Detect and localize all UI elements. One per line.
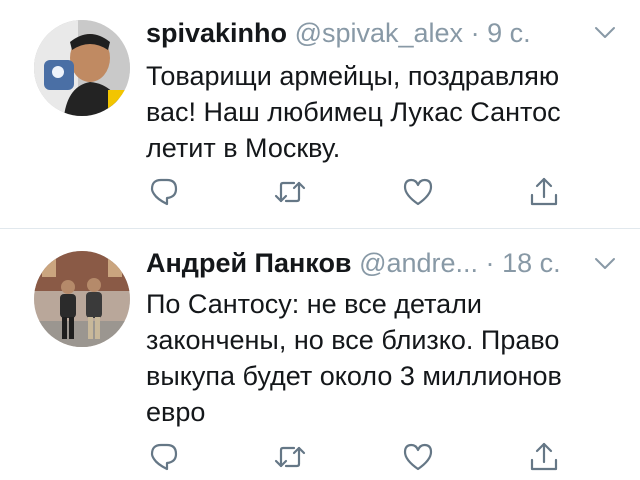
tweet-text-line: летит в Москву. xyxy=(146,133,341,163)
tweet[interactable]: spivakinho @spivak_alex · 9 с. Товарищи … xyxy=(0,0,640,228)
tweet-header: Андрей Панков @andre... · 18 с. xyxy=(146,246,561,280)
retweet-icon xyxy=(274,181,306,203)
retweet-icon xyxy=(274,446,306,468)
share-icon xyxy=(530,177,558,206)
like-button[interactable] xyxy=(400,437,436,477)
avatar-photo xyxy=(34,251,130,347)
separator: · xyxy=(485,248,495,278)
tweet-text-line: евро xyxy=(146,397,206,427)
reply-button[interactable] xyxy=(146,172,182,212)
tweet-text-line: выкупа будет около 3 миллионов xyxy=(146,361,562,391)
retweet-button[interactable] xyxy=(272,172,308,212)
retweet-button[interactable] xyxy=(272,437,308,477)
handle[interactable]: @andre... xyxy=(359,248,478,278)
share-button[interactable] xyxy=(526,437,562,477)
tweet[interactable]: Андрей Панков @andre... · 18 с. По Санто… xyxy=(0,229,640,480)
avatar-photo xyxy=(34,20,130,116)
tweet-text-line: По Сантосу: не все детали xyxy=(146,289,483,319)
tweet-feed: spivakinho @spivak_alex · 9 с. Товарищи … xyxy=(0,0,640,480)
tweet-actions xyxy=(146,172,576,212)
display-name[interactable]: Андрей Панков xyxy=(146,248,352,278)
timestamp[interactable]: 18 с. xyxy=(502,248,561,278)
reply-button[interactable] xyxy=(146,437,182,477)
tweet-actions xyxy=(146,437,576,477)
display-name[interactable]: spivakinho xyxy=(146,18,287,48)
tweet-text: Товарищи армейцы, поздравляю вас! Наш лю… xyxy=(146,58,616,166)
like-icon xyxy=(403,178,433,206)
like-icon xyxy=(403,443,433,471)
tweet-text-line: Товарищи армейцы, поздравляю xyxy=(146,61,560,91)
share-icon xyxy=(530,442,558,471)
share-button[interactable] xyxy=(526,172,562,212)
like-button[interactable] xyxy=(400,172,436,212)
timestamp[interactable]: 9 с. xyxy=(487,18,531,48)
avatar[interactable] xyxy=(34,20,130,116)
handle[interactable]: @spivak_alex xyxy=(295,18,464,48)
tweet-text-line: закончены, но все близко. Право xyxy=(146,325,560,355)
chevron-down-icon[interactable] xyxy=(594,257,616,276)
reply-icon xyxy=(150,443,178,471)
chevron-down-icon[interactable] xyxy=(594,26,616,45)
separator: · xyxy=(470,18,480,48)
reply-icon xyxy=(150,178,178,206)
avatar[interactable] xyxy=(34,251,130,347)
tweet-text-line: вас! Наш любимец Лукас Сантос xyxy=(146,97,561,127)
tweet-text: По Сантосу: не все детали закончены, но … xyxy=(146,286,616,430)
tweet-header: spivakinho @spivak_alex · 9 с. xyxy=(146,16,531,50)
